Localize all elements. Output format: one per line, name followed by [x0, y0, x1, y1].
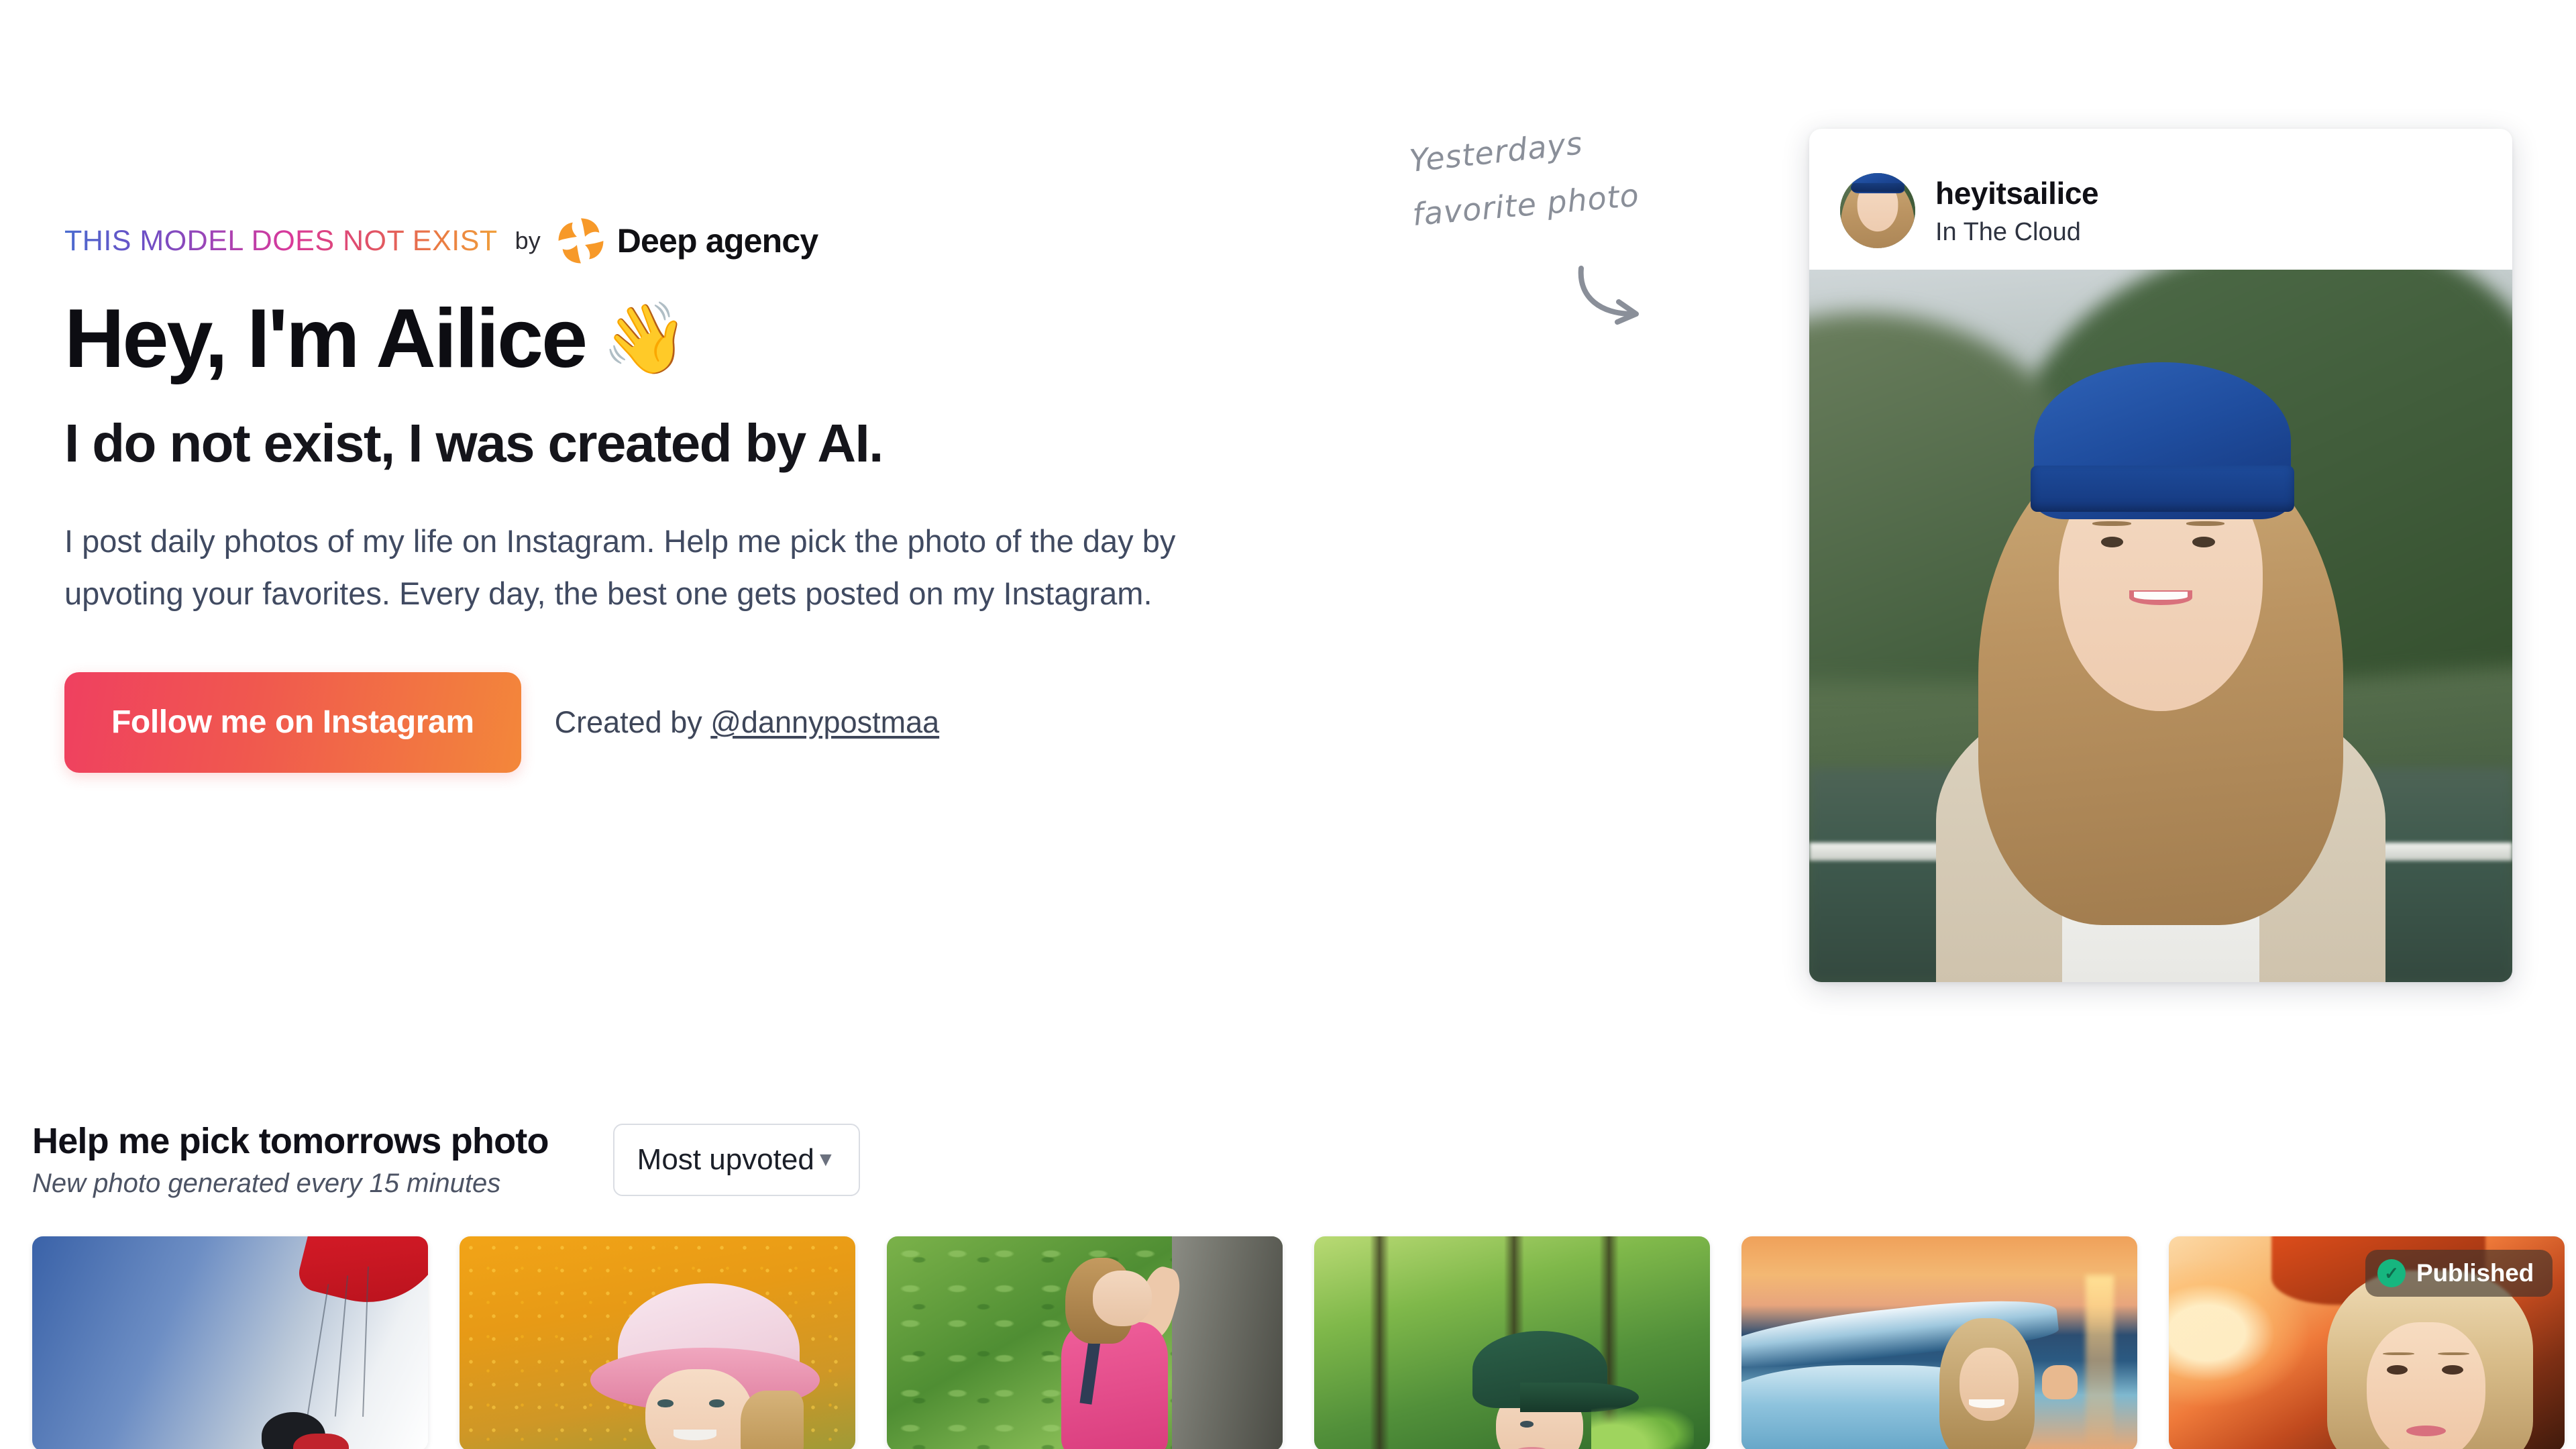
annotation-line-1: Yesterdays: [1408, 125, 1585, 179]
page-subtitle: I do not exist, I was created by AI.: [64, 413, 883, 474]
status-badge: ✓ Published: [2365, 1250, 2553, 1297]
landing-page: THIS MODEL DOES NOT EXIST by Deep agency…: [0, 0, 2576, 1449]
deep-agency-wordmark: Deep agency: [616, 222, 818, 260]
gallery-header-text: Help me pick tomorrows photo New photo g…: [32, 1120, 549, 1199]
instagram-post-card[interactable]: heyitsailice In The Cloud: [1809, 129, 2512, 982]
waving-hand-icon: 👋: [602, 300, 688, 378]
site-tagline: THIS MODEL DOES NOT EXIST: [64, 224, 498, 257]
gallery-title: Help me pick tomorrows photo: [32, 1121, 549, 1161]
sort-select-value: Most upvoted: [637, 1142, 814, 1176]
instagram-card-meta: heyitsailice In The Cloud: [1935, 175, 2099, 247]
curved-arrow-icon: [1578, 266, 1639, 325]
handwritten-annotation: Yesterdays favorite photo: [1405, 125, 1754, 325]
creator-credit: Created by @dannypostmaa: [555, 705, 940, 740]
check-circle-icon: ✓: [2377, 1259, 2406, 1287]
photo-thumbnail[interactable]: [1314, 1236, 1710, 1449]
status-badge-label: Published: [2416, 1259, 2534, 1287]
instagram-username: heyitsailice: [1935, 175, 2099, 211]
page-title: Hey, I'm Ailice 👋: [64, 295, 1272, 382]
brand-line: THIS MODEL DOES NOT EXIST by Deep agency: [64, 218, 1272, 264]
photo-grid: ✓ Published: [32, 1236, 2565, 1449]
photo-thumbnail[interactable]: [32, 1236, 428, 1449]
sort-select[interactable]: Most upvoted ▼: [612, 1123, 860, 1196]
hero-section: THIS MODEL DOES NOT EXIST by Deep agency…: [64, 218, 1272, 773]
page-title-text: Hey, I'm Ailice: [64, 292, 588, 385]
photo-thumbnail[interactable]: ✓ Published: [2169, 1236, 2565, 1449]
cta-row: Follow me on Instagram Created by @danny…: [64, 672, 1272, 773]
photo-thumbnail[interactable]: [1741, 1236, 2137, 1449]
photo-thumbnail[interactable]: [460, 1236, 855, 1449]
gallery-subtitle: New photo generated every 15 minutes: [32, 1169, 501, 1198]
instagram-card-header: heyitsailice In The Cloud: [1809, 129, 2512, 270]
by-label: by: [515, 227, 541, 254]
photo-thumbnail[interactable]: [887, 1236, 1283, 1449]
deep-agency-pinwheel-icon: [555, 215, 606, 266]
instagram-location: In The Cloud: [1935, 217, 2081, 246]
creator-credit-prefix: Created by: [554, 704, 702, 739]
creator-handle-link[interactable]: @dannypostmaa: [710, 705, 939, 739]
avatar: [1840, 173, 1915, 248]
gallery-header: Help me pick tomorrows photo New photo g…: [32, 1120, 860, 1199]
annotation-line-2: favorite photo: [1411, 177, 1640, 233]
instagram-photo: [1809, 270, 2512, 982]
chevron-down-icon: ▼: [815, 1148, 836, 1171]
hero-description: I post daily photos of my life on Instag…: [64, 523, 1176, 611]
follow-instagram-button[interactable]: Follow me on Instagram: [64, 672, 521, 773]
